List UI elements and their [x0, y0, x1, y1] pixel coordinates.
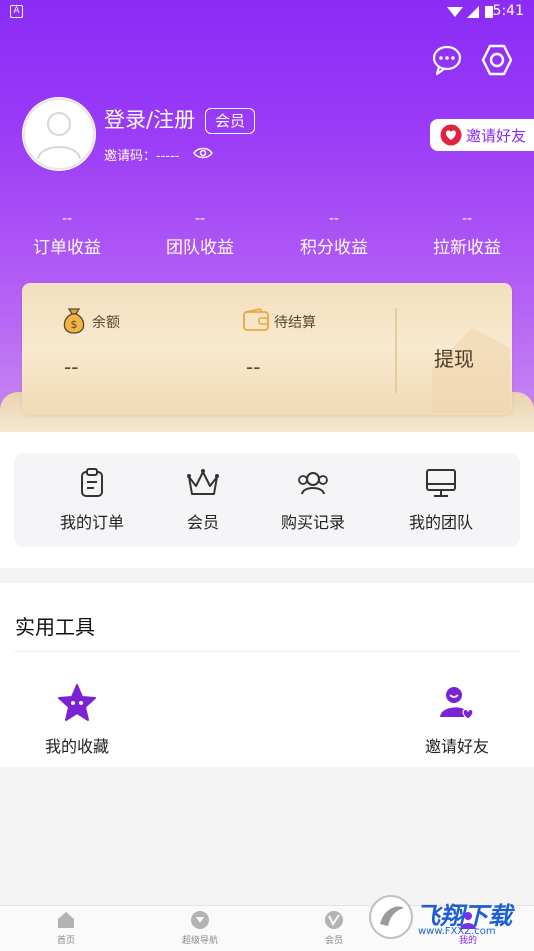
- quick-item-purchase-history[interactable]: 购买记录: [258, 467, 368, 533]
- monitor-icon: [426, 469, 456, 497]
- nav-label: 超级导航: [181, 936, 218, 946]
- notification-icon: A: [10, 5, 23, 18]
- svg-text:$: $: [71, 318, 78, 331]
- balance-label: 余额: [92, 315, 120, 331]
- watermark-logo-icon: [369, 895, 413, 939]
- stat-label: 团队收益: [166, 238, 234, 258]
- quick-item-label: 会员: [186, 513, 219, 532]
- user-heart-icon: [440, 687, 474, 720]
- star-icon: [58, 684, 96, 721]
- stat-referral-income[interactable]: -- 拉新收益: [412, 210, 522, 258]
- quick-item-label: 我的订单: [59, 513, 124, 532]
- nav-vip[interactable]: 会员: [294, 910, 374, 946]
- status-bar: A 5:41: [0, 0, 534, 24]
- compass-icon: [191, 911, 209, 929]
- quick-item-label: 我的团队: [408, 513, 473, 532]
- tool-item-label: 我的收藏: [44, 737, 109, 756]
- watermark-url: www.FXXZ.com: [418, 926, 496, 937]
- clipboard-icon: [81, 468, 103, 497]
- divider: [14, 651, 520, 652]
- home-icon: [58, 912, 74, 928]
- quick-menu: 我的订单 会员 购买记录 我的团队: [14, 453, 520, 547]
- crown-icon: [187, 469, 219, 495]
- stat-points-income[interactable]: -- 积分收益: [279, 210, 389, 258]
- pending-value: --: [246, 355, 261, 379]
- nav-super-navigation[interactable]: 超级导航: [160, 910, 240, 946]
- withdraw-button[interactable]: 提现: [434, 343, 474, 372]
- tool-item-label: 邀请好友: [424, 737, 489, 756]
- money-bag-icon: $: [63, 308, 85, 334]
- stat-team-income[interactable]: -- 团队收益: [145, 210, 255, 258]
- user-placeholder-icon: [23, 98, 95, 170]
- watermark: 飞翔下载 www.FXXZ.com: [366, 890, 526, 946]
- users-icon: [298, 472, 328, 495]
- stat-value: --: [328, 211, 340, 227]
- pending-label: 待结算: [274, 315, 316, 331]
- stat-label: 拉新收益: [433, 238, 501, 258]
- stat-value: --: [194, 211, 206, 227]
- wallet-icon: [243, 308, 269, 331]
- quick-item-label: 购买记录: [280, 513, 345, 532]
- heart-icon: [440, 124, 462, 146]
- clock: 5:41: [492, 3, 524, 19]
- nav-label: 首页: [56, 936, 75, 946]
- tools-section: 实用工具 我的收藏 邀请好友: [0, 583, 534, 767]
- quick-item-vip[interactable]: 会员: [148, 467, 258, 533]
- quick-item-my-team[interactable]: 我的团队: [386, 467, 496, 533]
- tool-item-invite-friend[interactable]: 邀请好友: [397, 683, 517, 757]
- wallet-card: $ 余额 -- 待结算 -- 提现: [22, 283, 512, 415]
- quick-item-orders[interactable]: 我的订单: [37, 467, 147, 533]
- vip-icon: [325, 911, 343, 929]
- invite-friend-label: 邀请好友: [466, 127, 527, 145]
- nav-home[interactable]: 首页: [26, 910, 106, 946]
- tools-title: 实用工具: [15, 615, 95, 639]
- nav-label: 会员: [324, 936, 343, 946]
- stat-label: 积分收益: [300, 238, 368, 258]
- stat-value: --: [461, 211, 473, 227]
- wallet-divider: [395, 308, 397, 393]
- avatar[interactable]: [22, 97, 96, 171]
- stat-label: 订单收益: [33, 238, 101, 258]
- vip-tag: 会员: [205, 108, 255, 134]
- stat-order-income[interactable]: -- 订单收益: [12, 210, 122, 258]
- invite-code: 邀请码：-----: [104, 149, 180, 164]
- tool-item-favorites[interactable]: 我的收藏: [17, 683, 137, 757]
- invite-friend-button[interactable]: 邀请好友: [430, 119, 534, 151]
- eye-icon[interactable]: [193, 146, 213, 160]
- balance-value: --: [64, 355, 79, 379]
- settings-icon[interactable]: [480, 43, 514, 77]
- login-register-link[interactable]: 登录/注册: [104, 104, 195, 134]
- message-icon[interactable]: [430, 43, 464, 77]
- stat-value: --: [61, 211, 73, 227]
